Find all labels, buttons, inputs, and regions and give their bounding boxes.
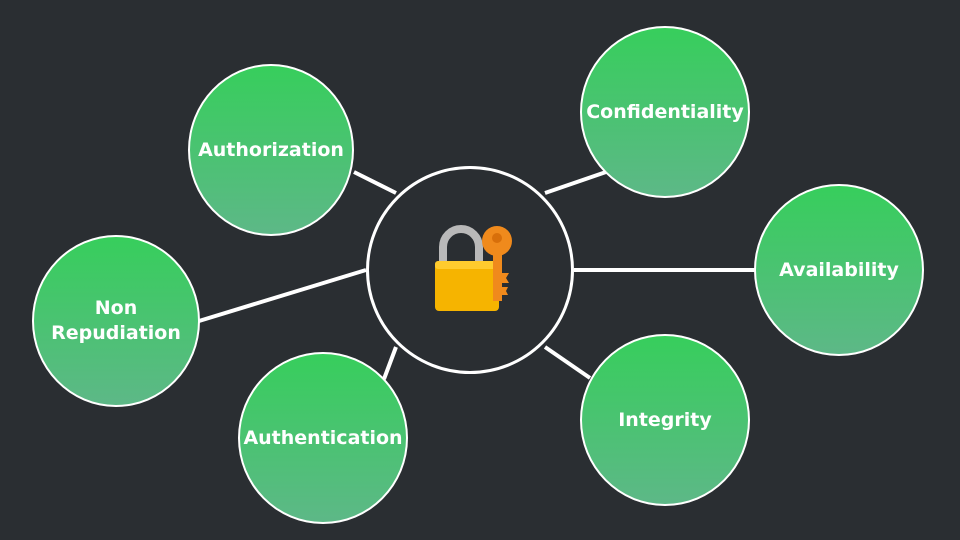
connector-authorization	[353, 170, 397, 195]
node-integrity: Integrity	[580, 334, 750, 506]
node-non-repudiation-label: Non Repudiation	[51, 297, 181, 344]
diagram-canvas: Authorization Confidentiality Availabili…	[0, 0, 960, 540]
locked-with-key-icon	[435, 225, 512, 311]
center-circle	[366, 166, 574, 374]
connector-non-repudiation	[198, 268, 367, 323]
connector-confidentiality	[544, 170, 607, 195]
connector-authentication	[382, 346, 398, 380]
node-confidentiality-label: Confidentiality	[586, 100, 744, 123]
connector-integrity	[543, 345, 592, 380]
node-non-repudiation: Non Repudiation	[32, 235, 200, 407]
node-authentication: Authentication	[238, 352, 408, 524]
node-confidentiality: Confidentiality	[580, 26, 750, 198]
node-authorization-label: Authorization	[198, 138, 344, 161]
node-authentication-label: Authentication	[243, 426, 403, 449]
node-integrity-label: Integrity	[618, 408, 712, 431]
node-authorization: Authorization	[188, 64, 354, 236]
node-availability-label: Availability	[779, 258, 899, 281]
node-availability: Availability	[754, 184, 924, 356]
